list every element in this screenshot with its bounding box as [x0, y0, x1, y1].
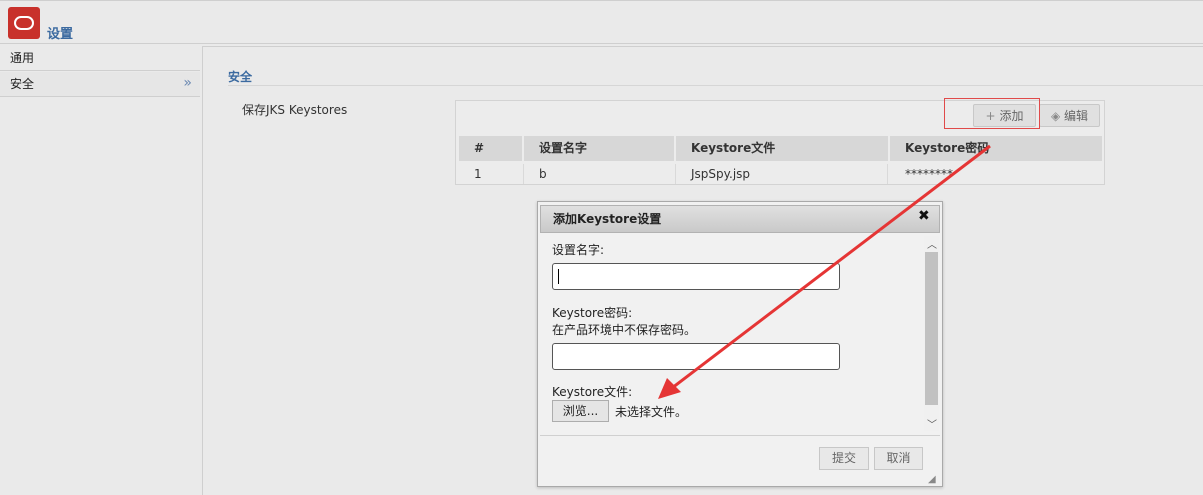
sidebar-item-general[interactable]: 通用 [0, 46, 200, 71]
table-cell-index[interactable]: 1 [459, 164, 524, 184]
table-cell-file[interactable]: JspSpy.jsp [676, 164, 888, 184]
table-cell-password[interactable]: ******** [890, 164, 1102, 184]
double-chevron-right-icon: » [183, 75, 192, 91]
cancel-button[interactable]: 取消 [874, 447, 923, 470]
keystores-label: 保存JKS Keystores [242, 103, 348, 117]
scrollbar-thumb[interactable] [925, 252, 938, 405]
submit-button[interactable]: 提交 [819, 447, 869, 470]
table-cell-name[interactable]: b [524, 164, 676, 184]
name-input[interactable] [552, 263, 840, 290]
password-hint: 在产品环境中不保存密码。 [552, 323, 697, 337]
sidebar: 通用 安全 » [0, 46, 200, 495]
column-header-password[interactable]: Keystore密码 [890, 136, 1102, 161]
header-divider [0, 43, 1203, 44]
section-divider [228, 85, 1203, 86]
close-icon[interactable]: ✖ [918, 208, 930, 224]
section-title: 安全 [228, 70, 253, 84]
name-label: 设置名字: [552, 243, 605, 257]
dialog-footer-divider [540, 435, 940, 436]
column-header-file[interactable]: Keystore文件 [676, 136, 888, 161]
column-header-name[interactable]: 设置名字 [524, 136, 674, 161]
file-status-text: 未选择文件。 [615, 405, 688, 419]
text-caret [558, 269, 559, 284]
top-border [0, 0, 1203, 1]
annotation-highlight-box [944, 98, 1040, 129]
chevron-down-icon[interactable]: ﹀ [927, 416, 937, 431]
sidebar-item-label: 通用 [10, 51, 35, 65]
sidebar-item-security[interactable]: 安全 » [0, 72, 200, 97]
edit-button[interactable]: ◈ 编辑 [1039, 104, 1100, 127]
oracle-logo-icon [8, 7, 40, 39]
file-label: Keystore文件: [552, 385, 633, 399]
edit-button-label: 编辑 [1064, 109, 1089, 123]
browse-button[interactable]: 浏览... [552, 400, 609, 422]
page-title: 设置 [47, 27, 74, 42]
sidebar-item-label: 安全 [10, 77, 35, 91]
password-input[interactable] [552, 343, 840, 370]
resize-grip-icon[interactable]: ◢ [928, 474, 936, 485]
column-header-index[interactable]: # [459, 136, 522, 161]
chevron-up-icon[interactable]: ︿ [927, 236, 937, 251]
tag-icon: ◈ [1050, 109, 1061, 123]
password-label: Keystore密码: [552, 306, 633, 320]
dialog-title: 添加Keystore设置 [553, 212, 662, 226]
